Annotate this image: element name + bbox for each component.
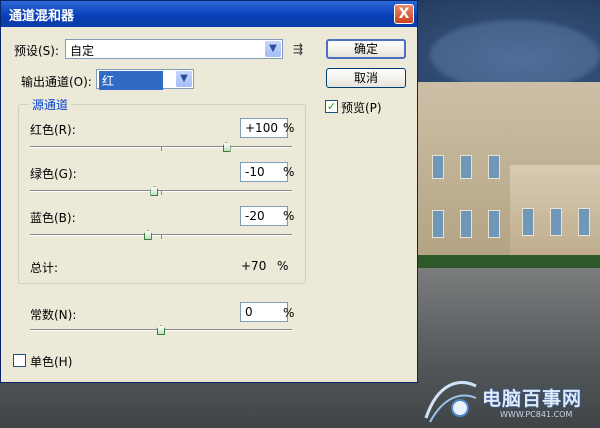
title-bar[interactable]: 通道混和器 X <box>1 1 417 27</box>
watermark-swoosh-icon <box>424 381 477 423</box>
watermark-logo: 电脑百事网 WWW.PC841.COM <box>420 372 600 428</box>
green-value-input[interactable]: -10 <box>240 162 288 182</box>
checkmark-icon: ✓ <box>326 100 337 113</box>
red-value: +100 <box>245 121 278 135</box>
watermark-text: 电脑百事网 <box>482 388 583 410</box>
blue-unit: % <box>283 209 295 223</box>
preset-options-icon[interactable]: ⇶ <box>293 42 303 56</box>
channel-mixer-dialog: 通道混和器 X 预设(S): 自定 ▼ ⇶ 输出通道(O): 红 ▼ 确定 取消… <box>0 0 418 383</box>
blue-channel-label: 蓝色(B): <box>30 211 76 225</box>
window <box>488 210 500 238</box>
ok-button[interactable]: 确定 <box>326 39 406 59</box>
preset-label: 预设(S): <box>14 44 60 58</box>
window <box>460 210 472 238</box>
dialog-title: 通道混和器 <box>9 9 75 24</box>
window <box>460 155 472 179</box>
close-button[interactable]: X <box>394 4 414 24</box>
red-unit: % <box>283 121 295 135</box>
close-icon: X <box>398 6 410 22</box>
constant-value: 0 <box>245 305 253 319</box>
constant-value-input[interactable]: 0 <box>240 302 288 322</box>
monochrome-checkbox[interactable] <box>13 354 26 367</box>
source-channels-title: 源通道 <box>29 96 72 113</box>
total-label: 总计: <box>30 261 59 275</box>
constant-slider-thumb[interactable] <box>157 325 165 335</box>
green-channel-label: 绿色(G): <box>30 167 77 181</box>
slider-center-tick <box>161 191 162 195</box>
preview-label[interactable]: 预览(P) <box>341 99 382 116</box>
window <box>432 210 444 238</box>
watermark-url: WWW.PC841.COM <box>500 410 573 419</box>
chevron-down-icon[interactable]: ▼ <box>176 71 192 87</box>
green-unit: % <box>283 165 295 179</box>
green-value: -10 <box>245 165 265 179</box>
output-channel-value: 红 <box>99 71 163 90</box>
monochrome-label[interactable]: 单色(H) <box>30 353 72 370</box>
window <box>578 208 590 236</box>
slider-center-tick <box>161 147 162 151</box>
blue-value: -20 <box>245 209 265 223</box>
output-channel-select[interactable]: 红 ▼ <box>96 69 194 90</box>
total-unit: % <box>277 259 289 273</box>
window <box>550 208 562 236</box>
preset-select[interactable]: 自定 ▼ <box>65 39 283 59</box>
constant-label: 常数(N): <box>30 308 77 322</box>
output-channel-label: 输出通道(O): <box>21 75 92 89</box>
constant-unit: % <box>283 306 295 320</box>
chevron-down-icon[interactable]: ▼ <box>265 41 281 57</box>
cloud <box>430 20 600 90</box>
red-value-input[interactable]: +100 <box>240 118 288 138</box>
total-value: +70 <box>241 259 267 273</box>
window <box>488 155 500 179</box>
window <box>432 155 444 179</box>
cancel-button[interactable]: 取消 <box>326 68 406 88</box>
window <box>522 208 534 236</box>
slider-center-tick <box>161 235 162 239</box>
preview-checkbox[interactable]: ✓ <box>325 100 338 113</box>
red-channel-label: 红色(R): <box>30 123 76 137</box>
preset-value: 自定 <box>70 44 95 58</box>
blue-value-input[interactable]: -20 <box>240 206 288 226</box>
